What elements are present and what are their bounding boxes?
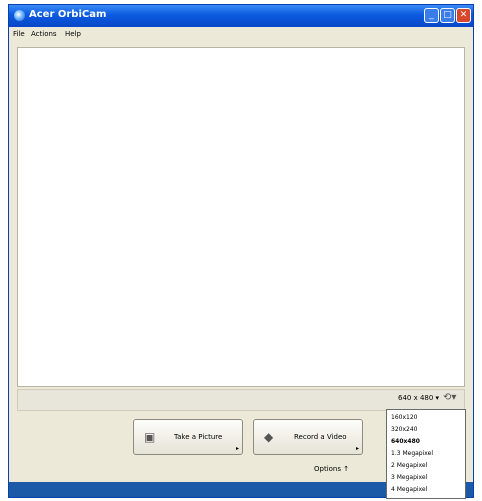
close-button[interactable]: ✕ <box>456 8 471 23</box>
menu-file[interactable]: File <box>13 30 25 38</box>
maximize-button[interactable]: □ <box>440 8 455 23</box>
resolution-option-selected[interactable]: 640x480 <box>391 438 420 445</box>
record-video-label: Record a Video <box>294 433 347 441</box>
take-picture-label: Take a Picture <box>174 433 223 441</box>
record-video-arrow-icon[interactable]: ▸ <box>356 445 359 452</box>
take-picture-button[interactable]: ▣ Take a Picture ▸ <box>133 419 243 455</box>
options-toggle[interactable]: Options ↑ <box>314 465 349 473</box>
camera-settings-icon[interactable]: ⟲▾ <box>443 392 465 406</box>
resolution-dropdown: 160x120 320x240 640x480 1.3 Megapixel 2 … <box>386 409 466 499</box>
minimize-button[interactable]: _ <box>424 8 439 23</box>
camera-preview <box>17 47 465 387</box>
resolution-option[interactable]: 2 Megapixel <box>391 462 427 469</box>
camera-icon: ▣ <box>144 430 156 444</box>
resolution-select[interactable]: 640 x 480 ▾ <box>398 394 439 402</box>
status-bar: 640 x 480 ▾ ⟲▾ <box>17 389 465 411</box>
resolution-option[interactable]: 3 Megapixel <box>391 474 427 481</box>
camera-menu-arrow: ▾ <box>451 392 457 403</box>
menu-actions[interactable]: Actions <box>31 30 57 38</box>
resolution-option[interactable]: 160x120 <box>391 414 417 421</box>
resolution-option[interactable]: 320x240 <box>391 426 417 433</box>
window-title: Acer OrbiCam <box>29 9 107 20</box>
menu-help[interactable]: Help <box>65 30 81 38</box>
take-picture-arrow-icon[interactable]: ▸ <box>236 445 239 452</box>
record-video-button[interactable]: ◆ Record a Video ▸ <box>253 419 363 455</box>
orbicam-app-icon <box>14 10 25 21</box>
resolution-option[interactable]: 4 Megapixel <box>391 486 427 493</box>
film-icon: ◆ <box>264 430 274 444</box>
title-bar[interactable]: Acer OrbiCam _ □ ✕ <box>9 5 473 27</box>
resolution-option[interactable]: 1.3 Megapixel <box>391 450 433 457</box>
menu-bar: File Actions Help <box>9 27 473 43</box>
